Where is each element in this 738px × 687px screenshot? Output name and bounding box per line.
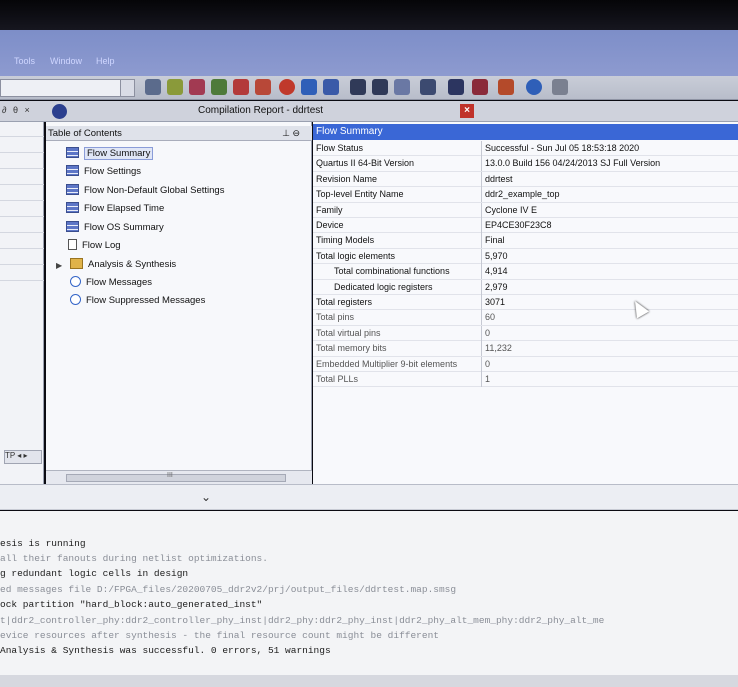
summary-row-total-registers[interactable]: Total registers 3071 <box>313 295 738 311</box>
programmer-icon[interactable] <box>448 79 464 95</box>
table-icon <box>66 184 79 195</box>
close-icon[interactable]: × <box>460 104 474 118</box>
summary-row-flow-status[interactable]: Flow Status Successful - Sun Jul 05 18:53… <box>313 141 738 157</box>
analysis-icon[interactable] <box>323 79 339 95</box>
toc-item-flow-messages[interactable]: Flow Messages <box>70 275 152 291</box>
table-icon <box>66 165 79 176</box>
table-icon <box>66 221 79 232</box>
table-of-contents: Table of Contents ⊥ ⊖ Flow Summary Flow … <box>46 122 312 484</box>
project-combo[interactable] <box>0 79 135 97</box>
messages-pane: esis is running all their fanouts during… <box>0 511 738 687</box>
summary-row-top-level-entity[interactable]: Top-level Entity Name ddr2_example_top <box>313 187 738 203</box>
table-icon <box>66 147 79 158</box>
message-line: ed messages file D:/FPGA_files/20200705_… <box>0 584 457 595</box>
summary-row-total-plls[interactable]: Total PLLs 1 <box>313 372 738 388</box>
chip-icon[interactable] <box>211 79 227 95</box>
summary-row-timing-models[interactable]: Timing Models Final <box>313 233 738 249</box>
toc-item-flow-elapsed-time[interactable]: Flow Elapsed Time <box>66 201 164 217</box>
scrollbar-thumb[interactable]: III <box>66 472 286 482</box>
message-line: Analysis & Synthesis was successful. 0 e… <box>0 645 331 656</box>
toc-horizontal-scrollbar[interactable]: III <box>46 470 312 484</box>
info-icon <box>70 294 81 305</box>
chevron-down-icon[interactable] <box>120 80 134 96</box>
pin-planner-icon[interactable] <box>189 79 205 95</box>
chat-icon[interactable] <box>552 79 568 95</box>
message-line: g redundant logic cells in design <box>0 568 189 579</box>
summary-row-embedded-multiplier[interactable]: Embedded Multiplier 9-bit elements 0 <box>313 356 738 372</box>
chevron-down-icon[interactable]: ⌄ <box>201 490 211 504</box>
summary-row-total-combinational-functions[interactable]: Total combinational functions 4,914 <box>313 264 738 280</box>
folder-icon <box>70 258 83 269</box>
toolbar <box>0 76 738 100</box>
report-tab-title[interactable]: Compilation Report - ddrtest <box>198 105 323 116</box>
message-line: evice resources after synthesis - the fi… <box>0 630 439 641</box>
tp-tab[interactable]: TP ◂ ▸ <box>4 450 42 464</box>
toc-item-flow-non-default-settings[interactable]: Flow Non-Default Global Settings <box>66 183 224 199</box>
chip-planner-icon[interactable] <box>472 79 488 95</box>
message-line: t|ddr2_controller_phy:ddr2_controller_ph… <box>0 615 605 626</box>
message-line: esis is running <box>0 538 86 549</box>
compile-icon[interactable] <box>255 79 271 95</box>
summary-row-dedicated-logic-registers[interactable]: Dedicated logic registers 2,979 <box>313 279 738 295</box>
message-line: all their fanouts during netlist optimiz… <box>0 553 268 564</box>
warning-icon[interactable] <box>498 79 514 95</box>
message-line: ock partition "hard_block:auto_generated… <box>0 599 263 610</box>
report-icon <box>52 104 67 119</box>
tp-label: TP <box>5 451 16 460</box>
flow-summary-header: Flow Summary <box>313 124 738 140</box>
expand-arrow-icon[interactable]: ▶ <box>56 261 62 270</box>
clock-icon[interactable] <box>372 79 388 95</box>
play-icon[interactable] <box>301 79 317 95</box>
report-tab-bar: ∂ θ × Compilation Report - ddrtest × <box>0 101 738 122</box>
flow-summary-pane: Flow Summary Flow Status Successful - Sun… <box>313 122 738 484</box>
toc-header: Table of Contents ⊥ ⊖ <box>46 126 312 141</box>
timer-icon[interactable] <box>350 79 366 95</box>
hierarchy-icon[interactable] <box>145 79 161 95</box>
help-icon[interactable] <box>526 79 542 95</box>
toc-item-flow-summary[interactable]: Flow Summary <box>66 146 154 162</box>
summary-row-total-logic-elements[interactable]: Total logic elements 5,970 <box>313 248 738 265</box>
pin-icon[interactable]: ⊥ ⊖ <box>282 126 300 141</box>
summary-row-total-memory-bits[interactable]: Total memory bits 11,232 <box>313 341 738 357</box>
menu-bar: Tools Window Help <box>0 30 738 78</box>
menu-tools[interactable]: Tools <box>14 56 35 66</box>
menu-window[interactable]: Window <box>50 56 82 66</box>
summary-row-family[interactable]: Family Cyclone IV E <box>313 202 738 218</box>
document-icon <box>68 239 77 250</box>
toc-item-analysis-synthesis[interactable]: Analysis & Synthesis <box>70 257 176 273</box>
toc-title: Table of Contents <box>48 128 122 139</box>
toc-item-flow-log[interactable]: Flow Log <box>68 238 121 254</box>
stop-icon[interactable] <box>279 79 295 95</box>
status-bar <box>0 675 738 687</box>
toc-item-flow-suppressed-messages[interactable]: Flow Suppressed Messages <box>70 293 205 309</box>
netlist-icon[interactable] <box>394 79 410 95</box>
settings-icon[interactable] <box>167 79 183 95</box>
monitor-bezel <box>0 0 738 30</box>
assign-icon[interactable] <box>233 79 249 95</box>
summary-row-device[interactable]: Device EP4CE30F23C8 <box>313 218 738 234</box>
menu-help[interactable]: Help <box>96 56 115 66</box>
summary-row-total-virtual-pins[interactable]: Total virtual pins 0 <box>313 325 738 342</box>
scroll-grip: III <box>167 472 173 479</box>
summary-row-revision-name[interactable]: Revision Name ddrtest <box>313 171 738 188</box>
rtl-viewer-icon[interactable] <box>420 79 436 95</box>
summary-row-quartus-version[interactable]: Quartus II 64-Bit Version 13.0.0 Build 15… <box>313 156 738 172</box>
toc-item-flow-os-summary[interactable]: Flow OS Summary <box>66 220 164 236</box>
project-navigator-pane: TP ◂ ▸ <box>0 122 44 484</box>
info-icon <box>70 276 81 287</box>
table-icon <box>66 202 79 213</box>
pane-splitter[interactable]: ⌄ <box>0 484 738 510</box>
summary-row-total-pins[interactable]: Total pins 60 <box>313 310 738 326</box>
toc-item-flow-settings[interactable]: Flow Settings <box>66 164 141 180</box>
pane-controls[interactable]: ∂ θ × <box>2 105 32 115</box>
